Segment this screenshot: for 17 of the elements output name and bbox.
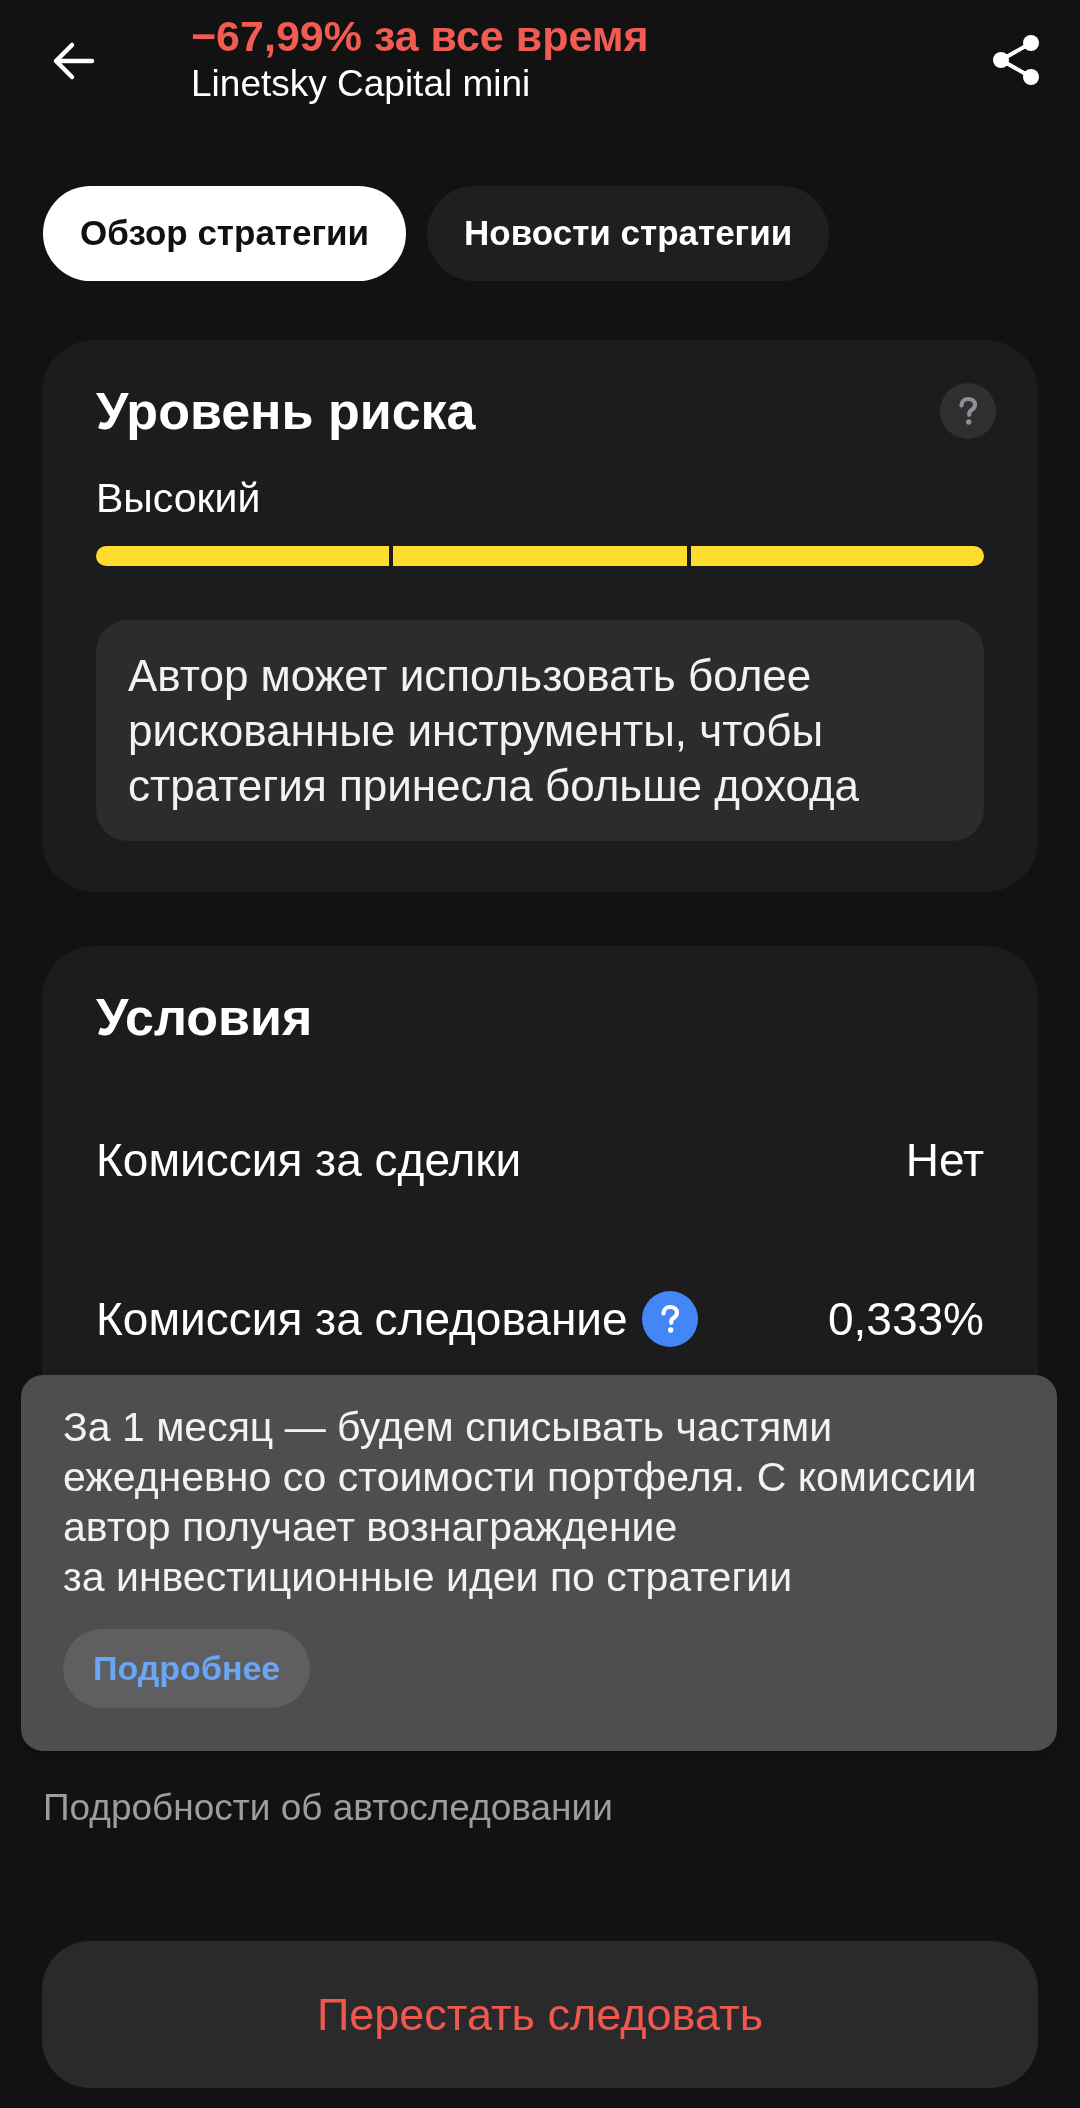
details-link[interactable]: Подробности об автоследовании	[43, 1782, 613, 1834]
condition-label: Комиссия за сделки	[96, 1132, 522, 1187]
tooltip-text: За 1 месяц — будем списывать частями ежедневно со стоимости портфеля. С комиссии автор получает вознаграждение за инвестиционные идеи по стратегии	[63, 1403, 978, 1602]
risk-description: Автор может использовать более рискованные инструменты, чтобы стратегия принесла больше дохода	[96, 620, 984, 841]
tab[interactable]: Обзор стратегии	[43, 186, 407, 281]
risk-level-label: Высокий	[96, 474, 262, 522]
return-percentage: −67,99% за все время	[191, 11, 649, 62]
help-icon[interactable]	[641, 1290, 698, 1347]
condition-value: 0,333%	[828, 1291, 984, 1346]
condition-value: Нет	[905, 1132, 984, 1187]
card-title: Уровень риска	[96, 381, 476, 442]
share-icon[interactable]	[992, 34, 1040, 86]
unfollow-button[interactable]: Перестать следовать	[42, 1941, 1038, 2088]
condition-label: Комиссия за следование	[96, 1291, 628, 1346]
strategy-name: Linetsky Capital mini	[191, 62, 532, 106]
card-title: Условия	[96, 987, 314, 1048]
tab[interactable]: Новости стратегии	[427, 186, 830, 281]
